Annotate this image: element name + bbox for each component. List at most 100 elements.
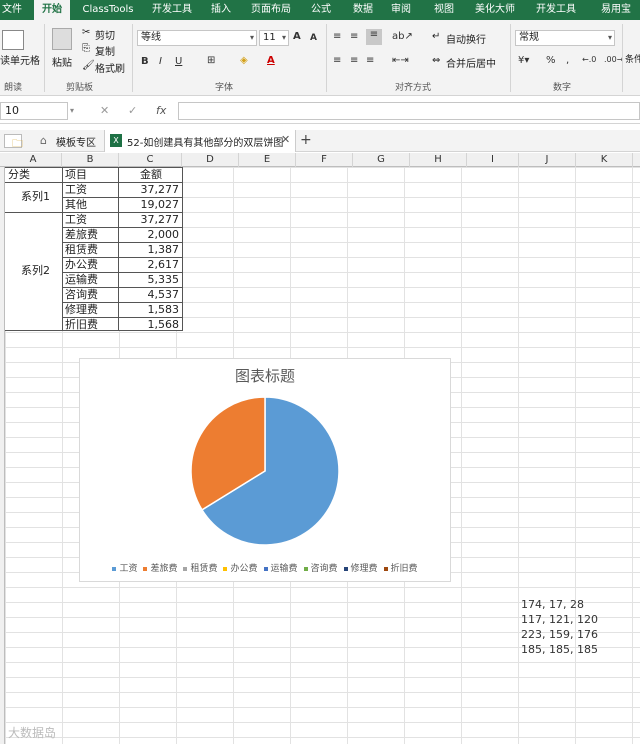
paste-icon[interactable] — [52, 28, 72, 50]
ribbon-tab[interactable]: 审阅 — [386, 0, 416, 20]
comma-button[interactable]: , — [566, 55, 569, 66]
bold-button[interactable]: B — [141, 56, 149, 67]
paste-button[interactable]: 粘贴 — [52, 54, 72, 69]
percent-button[interactable]: % — [546, 55, 556, 66]
align-left-icon[interactable]: ≡ — [333, 55, 341, 66]
table-cell-item[interactable]: 工资 — [65, 183, 87, 198]
column-header[interactable]: D — [182, 153, 239, 167]
align-top-icon[interactable]: ≡ — [333, 31, 341, 42]
merge-cells-icon[interactable] — [2, 30, 24, 50]
legend-item[interactable]: 租赁费 — [183, 561, 217, 574]
ribbon-tab[interactable]: 开始 — [34, 0, 70, 20]
cut-button[interactable]: 剪切 — [95, 27, 115, 42]
function-icon[interactable]: fx — [156, 104, 166, 117]
table-cell-amount[interactable]: 37,277 — [118, 213, 180, 228]
shrink-font-button[interactable]: A — [310, 33, 317, 43]
table-cell-amount[interactable]: 1,568 — [118, 318, 180, 333]
legend-item[interactable]: 工资 — [112, 561, 137, 574]
italic-button[interactable]: I — [159, 56, 162, 67]
conditional-format-button[interactable]: 条件 — [625, 52, 640, 65]
note-text[interactable]: 174, 17, 28 — [521, 598, 584, 611]
home-icon[interactable]: ⌂ — [40, 134, 47, 147]
ribbon-tab[interactable]: ClassTools — [76, 0, 140, 20]
fill-color-icon[interactable]: ◈ — [240, 55, 248, 66]
templates-tab[interactable]: 模板专区 — [56, 134, 96, 149]
font-size-select[interactable]: 11 ▾ — [259, 30, 289, 46]
legend-item[interactable]: 办公费 — [223, 561, 258, 574]
merge-center-button[interactable]: 合并后居中 — [446, 55, 496, 70]
copy-icon[interactable]: ⎘ — [82, 43, 90, 54]
legend-item[interactable]: 折旧费 — [383, 561, 418, 574]
align-bottom-icon[interactable]: ≡ — [366, 29, 382, 45]
ribbon-tab[interactable]: 开发工具 — [530, 0, 582, 20]
close-icon[interactable]: ✕ — [281, 133, 290, 146]
table-cell-item[interactable]: 租赁费 — [65, 243, 98, 258]
group-label[interactable]: 系列2 — [21, 264, 50, 279]
legend-item[interactable]: 咨询费 — [303, 561, 338, 574]
underline-button[interactable]: U — [175, 56, 182, 67]
legend-item[interactable]: 差旅费 — [143, 561, 177, 574]
border-icon[interactable]: ⊞ — [207, 55, 215, 66]
table-cell-item[interactable]: 运输费 — [65, 273, 98, 288]
note-text[interactable]: 223, 159, 176 — [521, 628, 598, 641]
group-label[interactable]: 系列1 — [21, 190, 50, 205]
table-cell-item[interactable]: 其他 — [65, 198, 87, 213]
wrap-text-button[interactable]: 自动换行 — [446, 31, 486, 46]
add-tab-button[interactable]: + — [300, 132, 312, 148]
table-cell-item[interactable]: 工资 — [65, 213, 87, 228]
column-header[interactable]: I — [467, 153, 519, 167]
merge-cells-button[interactable]: 读单元格 — [0, 52, 40, 67]
orientation-icon[interactable]: ab↗ — [392, 31, 413, 42]
ribbon-tab[interactable]: 美化大师 — [468, 0, 522, 20]
table-cell-item[interactable]: 修理费 — [65, 303, 98, 318]
ribbon-tab[interactable]: 页面布局 — [246, 0, 296, 20]
ribbon-tab[interactable]: 易用宝 — [592, 0, 640, 20]
column-header[interactable]: E — [239, 153, 296, 167]
column-header[interactable]: C — [119, 153, 182, 167]
file-tab[interactable]: X 52-如创建具有其他部分的双层饼图 ✕ — [104, 130, 296, 152]
enter-icon[interactable]: ✓ — [128, 104, 137, 117]
ribbon-tab[interactable]: 数据 — [346, 0, 380, 20]
grow-font-button[interactable]: A — [293, 31, 301, 42]
header-amount[interactable]: 金额 — [140, 168, 162, 183]
align-center-icon[interactable]: ≡ — [350, 55, 358, 66]
ribbon-tab[interactable]: 公式 — [306, 0, 336, 20]
ribbon-tab[interactable]: 开发工具 — [146, 0, 198, 20]
column-header[interactable]: B — [62, 153, 119, 167]
pie-chart[interactable]: 图表标题 工资 差旅费 租赁费 办公费 运输费 咨询费 修理费 折旧费 — [79, 358, 451, 582]
table-cell-item[interactable]: 办公费 — [65, 258, 98, 273]
formula-input[interactable] — [178, 102, 640, 120]
table-cell-item[interactable]: 折旧费 — [65, 318, 98, 333]
currency-icon[interactable]: ¥▾ — [518, 55, 529, 66]
column-header[interactable]: A — [5, 153, 62, 167]
merge-center-icon[interactable]: ⇔ — [432, 55, 440, 66]
format-painter-icon[interactable]: 🖌 — [82, 60, 95, 71]
table-cell-amount[interactable]: 1,583 — [118, 303, 180, 318]
align-right-icon[interactable]: ≡ — [366, 55, 374, 66]
header-item[interactable]: 项目 — [65, 168, 87, 183]
table-cell-item[interactable]: 咨询费 — [65, 288, 98, 303]
indent-icon[interactable]: ⇤⇥ — [392, 55, 409, 66]
header-category[interactable]: 分类 — [8, 168, 30, 183]
table-cell-amount[interactable]: 2,000 — [118, 228, 180, 243]
legend-item[interactable]: 运输费 — [263, 561, 298, 574]
table-cell-amount[interactable]: 19,027 — [118, 198, 180, 213]
ribbon-tab[interactable]: 视图 — [428, 0, 460, 20]
table-cell-item[interactable]: 差旅费 — [65, 228, 98, 243]
note-text[interactable]: 117, 121, 120 — [521, 613, 598, 626]
column-header[interactable]: G — [353, 153, 410, 167]
column-header[interactable]: K — [576, 153, 633, 167]
legend-item[interactable]: 修理费 — [343, 561, 378, 574]
ribbon-tab[interactable]: 文件 — [0, 0, 24, 20]
table-cell-amount[interactable]: 5,335 — [118, 273, 180, 288]
chart-legend[interactable]: 工资 差旅费 租赁费 办公费 运输费 咨询费 修理费 折旧费 — [80, 561, 450, 574]
table-cell-amount[interactable]: 1,387 — [118, 243, 180, 258]
note-text[interactable]: 185, 185, 185 — [521, 643, 598, 656]
column-header[interactable]: J — [519, 153, 576, 167]
number-format-select[interactable]: 常规 ▾ — [515, 30, 615, 46]
name-box[interactable]: 10 — [0, 102, 68, 120]
format-painter-button[interactable]: 格式刷 — [95, 60, 125, 75]
copy-button[interactable]: 复制 — [95, 43, 115, 58]
increase-decimal-icon[interactable]: ←.0 — [582, 55, 596, 64]
table-cell-amount[interactable]: 4,537 — [118, 288, 180, 303]
